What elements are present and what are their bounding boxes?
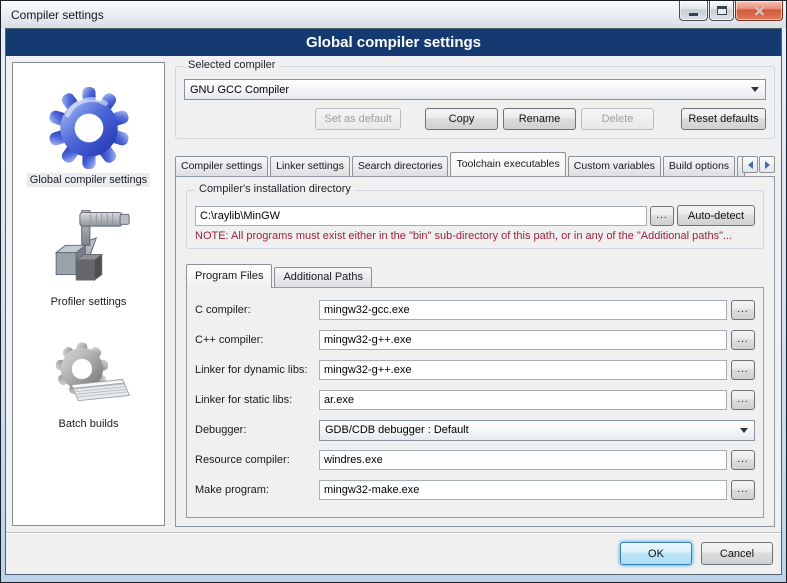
ok-button[interactable]: OK: [620, 542, 692, 565]
field-label: Linker for dynamic libs:: [195, 364, 319, 376]
compiler-settings-window: Compiler settings Global compiler settin…: [0, 0, 787, 583]
field-row-debugger: Debugger: GDB/CDB debugger : Default: [195, 420, 755, 440]
maximize-button[interactable]: [709, 1, 734, 21]
sidebar-item-profiler-settings[interactable]: Profiler settings: [13, 187, 164, 309]
dialog-frame: Global compiler settings: [5, 28, 782, 575]
chevron-down-icon: [751, 87, 759, 92]
subtab-program-files[interactable]: Program Files: [186, 264, 272, 288]
install-dir-input[interactable]: [195, 206, 647, 226]
minimize-icon: [689, 13, 698, 16]
tab-scroll-buttons: [742, 156, 775, 173]
delete-button[interactable]: Delete: [581, 108, 654, 130]
sidebar-item-label: Global compiler settings: [27, 173, 150, 187]
c-compiler-browse-button[interactable]: ...: [731, 300, 755, 320]
install-dir-group-label: Compiler's installation directory: [195, 183, 355, 195]
field-row-resource-compiler: Resource compiler: ...: [195, 450, 755, 470]
blue-gear-icon: [45, 87, 133, 169]
make-program-browse-button[interactable]: ...: [731, 480, 755, 500]
sidebar-item-global-compiler-settings[interactable]: Global compiler settings: [13, 65, 164, 187]
settings-tabstrip: Compiler settings Linker settings Search…: [175, 151, 775, 176]
install-dir-note: NOTE: All programs must exist either in …: [195, 230, 755, 242]
debugger-select[interactable]: GDB/CDB debugger : Default: [319, 420, 755, 441]
cancel-button[interactable]: Cancel: [701, 542, 773, 565]
tab-compiler-settings[interactable]: Compiler settings: [175, 156, 268, 176]
arrow-right-icon: [765, 161, 770, 169]
gray-gear-papers-icon: [43, 339, 135, 413]
dialog-footer: OK Cancel: [6, 532, 781, 574]
dynamic-linker-input[interactable]: [319, 360, 727, 380]
subtab-additional-paths[interactable]: Additional Paths: [274, 267, 372, 287]
field-row-static-linker: Linker for static libs: ...: [195, 390, 755, 410]
cpp-compiler-input[interactable]: [319, 330, 727, 350]
field-label: Linker for static libs:: [195, 394, 319, 406]
tab-scroll-left-button[interactable]: [742, 156, 758, 173]
tab-scroll-right-button[interactable]: [759, 156, 775, 173]
sidebar-item-batch-builds[interactable]: Batch builds: [13, 309, 164, 431]
dynamic-linker-browse-button[interactable]: ...: [731, 360, 755, 380]
resource-compiler-browse-button[interactable]: ...: [731, 450, 755, 470]
compiler-select[interactable]: GNU GCC Compiler: [184, 79, 766, 100]
titlebar[interactable]: Compiler settings: [1, 1, 786, 28]
field-row-dynamic-linker: Linker for dynamic libs: ...: [195, 360, 755, 380]
autodetect-button[interactable]: Auto-detect: [677, 205, 755, 226]
close-button[interactable]: [735, 1, 783, 21]
field-row-cpp-compiler: C++ compiler: ...: [195, 330, 755, 350]
selected-compiler-group: Selected compiler GNU GCC Compiler Set a…: [175, 66, 775, 139]
programs-subtabs: Program Files Additional Paths: [186, 263, 764, 287]
resource-compiler-input[interactable]: [319, 450, 727, 470]
field-label: Resource compiler:: [195, 454, 319, 466]
program-files-panel: C compiler: ... C++ compiler: ... Linker…: [186, 287, 764, 518]
field-row-make-program: Make program: ...: [195, 480, 755, 500]
tab-custom-variables[interactable]: Custom variables: [568, 156, 661, 176]
dialog-header-title: Global compiler settings: [306, 34, 481, 51]
arrow-left-icon: [748, 161, 753, 169]
rename-button[interactable]: Rename: [503, 108, 576, 130]
install-dir-group: Compiler's installation directory ... Au…: [186, 190, 764, 249]
close-icon: [754, 6, 765, 16]
minimize-button[interactable]: [679, 1, 708, 21]
maximize-icon: [717, 6, 727, 15]
copy-button[interactable]: Copy: [425, 108, 498, 130]
sidebar: Global compiler settings: [12, 62, 165, 526]
field-label: Debugger:: [195, 424, 319, 436]
field-label: C++ compiler:: [195, 334, 319, 346]
compiler-select-value: GNU GCC Compiler: [190, 84, 289, 96]
dialog-header: Global compiler settings: [6, 29, 781, 56]
static-linker-browse-button[interactable]: ...: [731, 390, 755, 410]
make-program-input[interactable]: [319, 480, 727, 500]
c-compiler-input[interactable]: [319, 300, 727, 320]
static-linker-input[interactable]: [319, 390, 727, 410]
field-row-c-compiler: C compiler: ...: [195, 300, 755, 320]
tab-toolchain-executables[interactable]: Toolchain executables: [450, 152, 565, 176]
tab-search-directories[interactable]: Search directories: [352, 156, 449, 176]
field-label: C compiler:: [195, 304, 319, 316]
caliper-icon: [43, 207, 135, 291]
install-dir-browse-button[interactable]: ...: [650, 206, 674, 226]
window-controls: [678, 1, 783, 21]
compiler-buttons-row: Set as default Copy Rename Delete Reset …: [184, 108, 766, 130]
sidebar-item-label: Profiler settings: [48, 295, 130, 309]
sidebar-item-label: Batch builds: [56, 417, 122, 431]
tab-linker-settings[interactable]: Linker settings: [270, 156, 350, 176]
set-as-default-button[interactable]: Set as default: [315, 108, 401, 130]
main-panel: Selected compiler GNU GCC Compiler Set a…: [175, 62, 775, 532]
dialog-content: Global compiler settings: [6, 56, 781, 532]
tab-build-options[interactable]: Build options: [663, 156, 735, 176]
reset-defaults-button[interactable]: Reset defaults: [681, 108, 766, 130]
chevron-down-icon: [740, 428, 748, 433]
window-title: Compiler settings: [11, 8, 104, 22]
field-label: Make program:: [195, 484, 319, 496]
debugger-select-value: GDB/CDB debugger : Default: [325, 424, 469, 436]
cpp-compiler-browse-button[interactable]: ...: [731, 330, 755, 350]
selected-compiler-group-label: Selected compiler: [184, 59, 279, 71]
install-dir-row: ... Auto-detect: [195, 205, 755, 226]
toolchain-executables-page: Compiler's installation directory ... Au…: [175, 176, 775, 527]
